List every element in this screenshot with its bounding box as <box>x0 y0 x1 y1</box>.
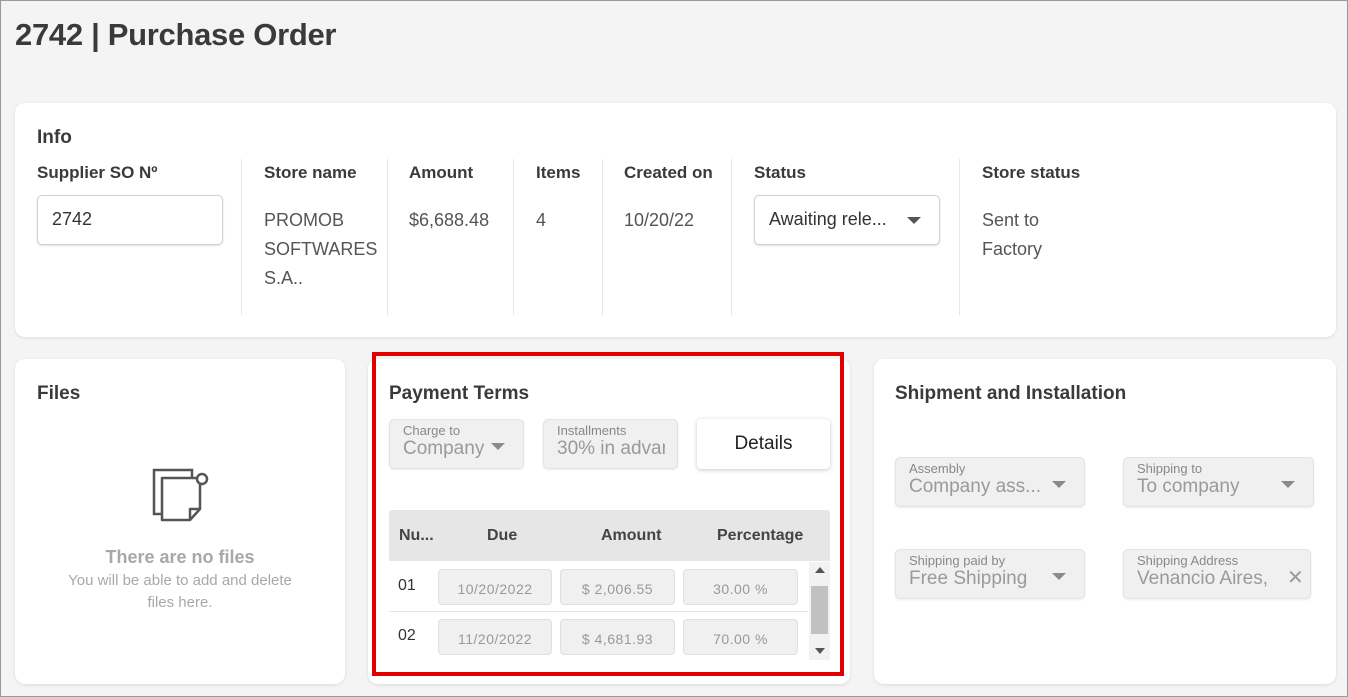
chevron-down-icon <box>907 217 921 224</box>
files-empty-subtitle: You will be able to add and delete files… <box>68 572 292 611</box>
files-title: Files <box>37 383 81 404</box>
scroll-thumb[interactable] <box>811 586 828 634</box>
amount-value: $6,688.48 <box>409 210 490 230</box>
header-due[interactable]: Due <box>487 527 517 545</box>
created-on-label: Created on <box>624 163 713 182</box>
header-amount[interactable]: Amount <box>601 527 661 545</box>
table-scrollbar[interactable] <box>809 562 830 660</box>
shipment-card: Shipment and Installation Assembly Compa… <box>874 359 1336 684</box>
store-name-label: Store name <box>264 163 357 182</box>
assembly-value: Company ass... <box>909 476 1041 497</box>
row-percentage-field[interactable]: 70.00 % <box>683 619 798 655</box>
files-empty-title: There are no files <box>105 547 255 567</box>
files-card: Files There are no files You will be abl… <box>15 359 345 684</box>
chevron-down-icon <box>1052 573 1066 580</box>
store-status-value: Sent to Factory <box>982 210 1043 259</box>
row-amount-field[interactable]: $ 2,006.55 <box>560 569 675 605</box>
shipping-to-select[interactable]: Shipping to To company <box>1123 457 1314 507</box>
status-value: Awaiting rele... <box>769 209 887 229</box>
table-header: Nu... Due Amount Percentage <box>389 510 830 561</box>
header-number[interactable]: Nu... <box>399 527 434 545</box>
table-row: 02 11/20/2022 $ 4,681.93 70.00 % <box>389 612 808 662</box>
shipping-address-value: Venancio Aires, <box>1137 568 1268 589</box>
created-on-value: 10/20/22 <box>624 210 695 230</box>
row-due-field[interactable]: 10/20/2022 <box>438 569 552 605</box>
supplier-so-label: Supplier SO Nº <box>37 163 158 182</box>
supplier-so-input[interactable]: 2742 <box>37 195 223 245</box>
close-icon[interactable]: ✕ <box>1287 565 1304 590</box>
charge-to-select[interactable]: Charge to Company <box>389 419 524 469</box>
info-card: Info Supplier SO Nº 2742 Store name PROM… <box>15 103 1336 337</box>
chevron-down-icon <box>1052 481 1066 488</box>
status-column: Status Awaiting rele... <box>731 159 959 315</box>
assembly-label: Assembly <box>909 461 966 476</box>
scroll-down-icon[interactable] <box>815 648 825 654</box>
page-title: 2742 | Purchase Order <box>15 17 337 52</box>
store-status-column: Store status Sent to Factory <box>959 159 1159 315</box>
payment-terms-card: Payment Terms Charge to Company Installm… <box>368 359 850 684</box>
row-amount-field[interactable]: $ 4,681.93 <box>560 619 675 655</box>
charge-to-label: Charge to <box>403 423 461 438</box>
assembly-select[interactable]: Assembly Company ass... <box>895 457 1085 507</box>
files-empty-icon <box>152 468 209 522</box>
created-on-column: Created on 10/20/22 <box>602 159 731 315</box>
payment-terms-title: Payment Terms <box>389 383 530 404</box>
chevron-down-icon <box>1281 481 1295 488</box>
row-percentage-field[interactable]: 30.00 % <box>683 569 798 605</box>
status-label: Status <box>754 163 806 182</box>
amount-label: Amount <box>409 163 474 182</box>
shipping-paid-by-label: Shipping paid by <box>909 553 1006 568</box>
items-label: Items <box>536 163 581 182</box>
installments-table: Nu... Due Amount Percentage 01 10/20/202… <box>389 510 830 660</box>
amount-column: Amount $6,688.48 <box>387 159 513 315</box>
row-number: 01 <box>398 577 416 594</box>
chevron-down-icon <box>491 443 505 450</box>
shipping-address-label: Shipping Address <box>1137 553 1239 568</box>
installments-field[interactable]: Installments 30% in advance <box>543 419 678 469</box>
header-percentage[interactable]: Percentage <box>717 527 803 545</box>
shipment-title: Shipment and Installation <box>895 383 1127 404</box>
supplier-so-value: 2742 <box>52 209 93 229</box>
table-row: 01 10/20/2022 $ 2,006.55 30.00 % <box>389 562 808 612</box>
row-number: 02 <box>398 627 416 644</box>
shipping-address-field[interactable]: Shipping Address Venancio Aires, ✕ <box>1123 549 1311 599</box>
items-value: 4 <box>536 210 547 230</box>
shipping-paid-by-select[interactable]: Shipping paid by Free Shipping <box>895 549 1085 599</box>
row-due-field[interactable]: 11/20/2022 <box>438 619 552 655</box>
shipping-to-label: Shipping to <box>1137 461 1203 476</box>
items-column: Items 4 <box>513 159 602 315</box>
info-title: Info <box>37 127 72 148</box>
store-name-value: PROMOB SOFTWARES S.A.. <box>264 210 378 288</box>
supplier-so-column: Supplier SO Nº 2742 <box>37 159 237 315</box>
charge-to-value: Company <box>403 438 485 459</box>
scroll-up-icon[interactable] <box>815 567 825 573</box>
installments-label: Installments <box>557 423 627 438</box>
details-button[interactable]: Details <box>697 419 830 469</box>
shipping-to-value: To company <box>1137 476 1240 497</box>
installments-value: 30% in advance <box>557 438 665 459</box>
shipping-paid-by-value: Free Shipping <box>909 568 1028 589</box>
store-name-column: Store name PROMOB SOFTWARES S.A.. <box>241 159 387 315</box>
store-status-label: Store status <box>982 163 1081 182</box>
status-select[interactable]: Awaiting rele... <box>754 195 940 245</box>
